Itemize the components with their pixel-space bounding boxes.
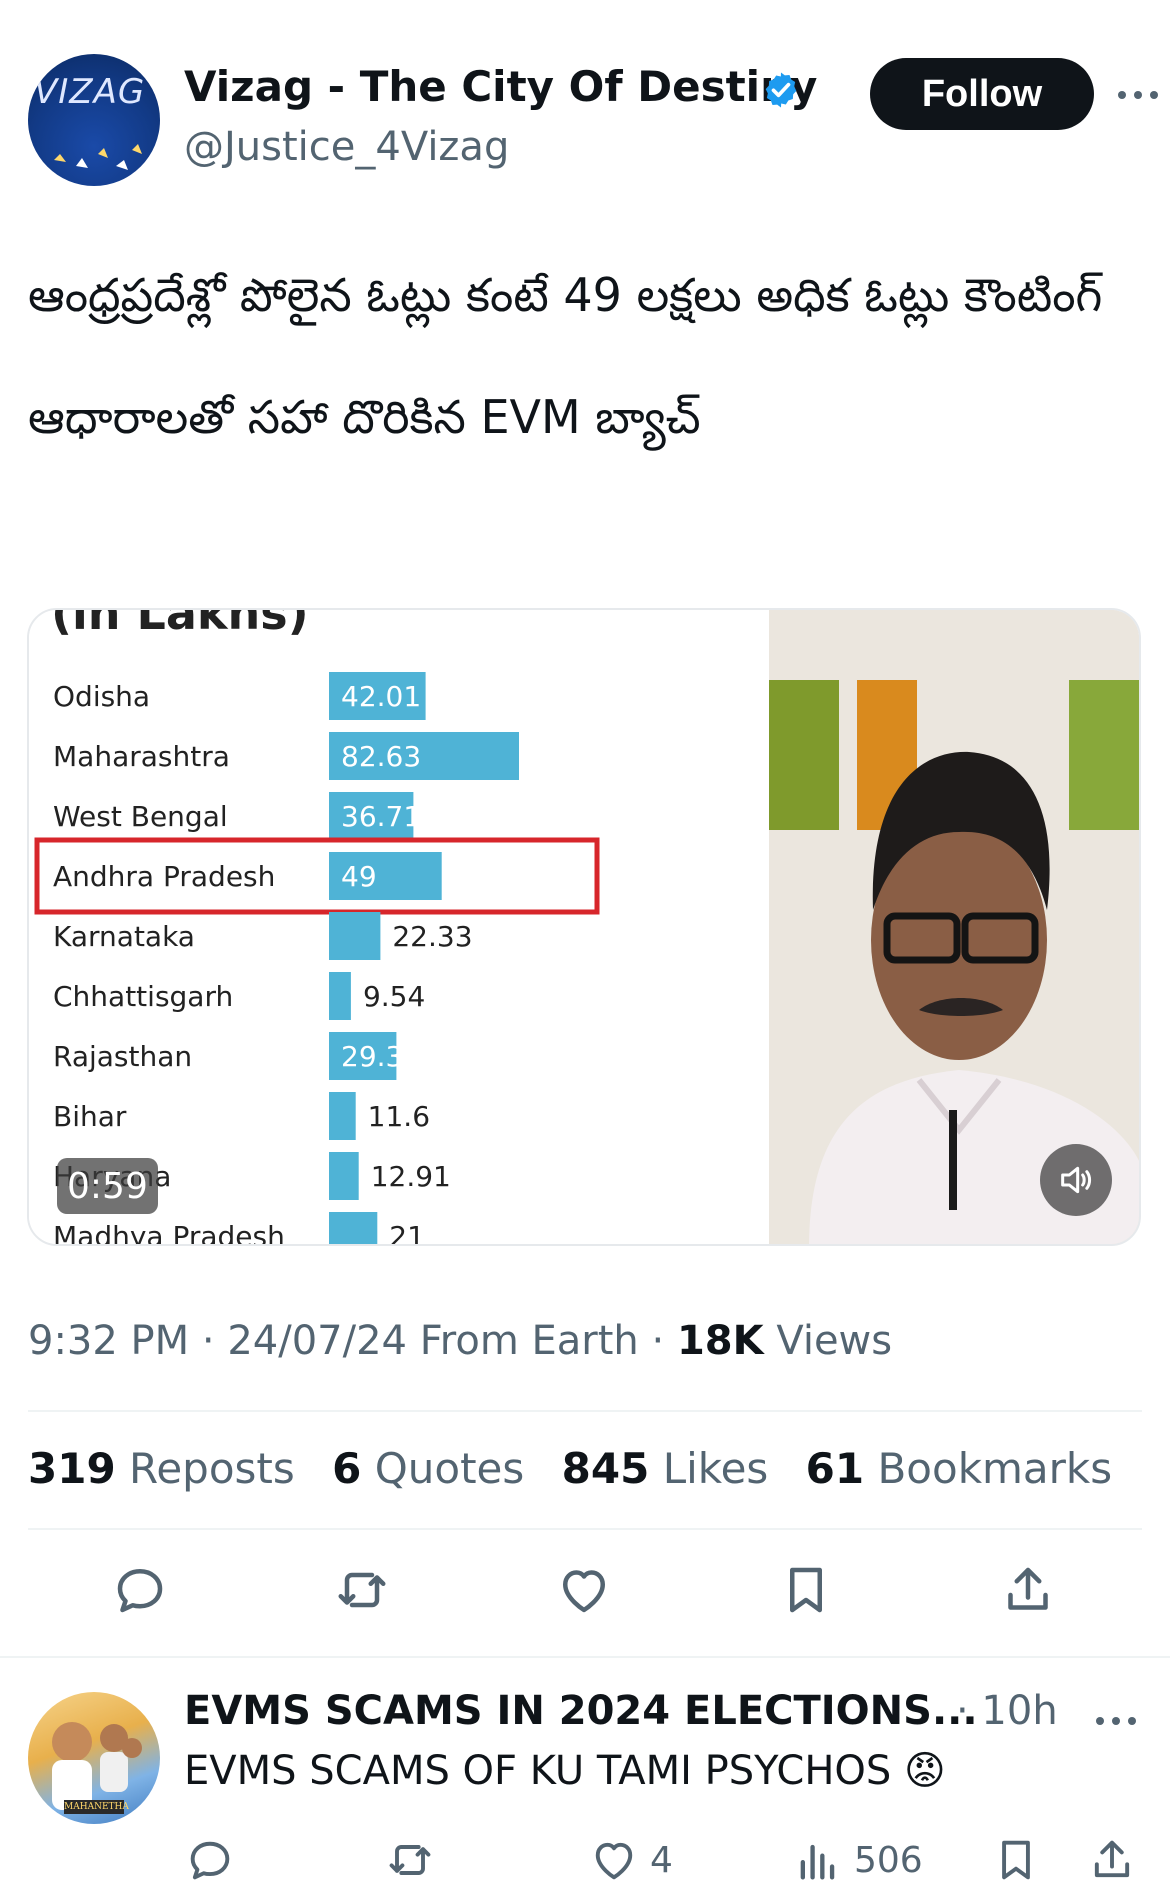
repost-icon [389,1845,431,1875]
chart-category-label: Maharashtra [53,740,230,773]
reply-views-button[interactable]: 506 [792,1832,923,1888]
chart-category-label: Madhya Pradesh [53,1220,285,1246]
views-icon [800,1844,835,1880]
reposts-label: Reposts [129,1444,295,1493]
tweet-time[interactable]: 9:32 PM [28,1318,189,1364]
follow-button[interactable]: Follow [870,58,1094,130]
like-icon[interactable] [554,1560,614,1620]
action-bar [0,1560,1170,1620]
chart-value-label: 21 [389,1220,425,1246]
chart-bar [329,1152,359,1200]
chart-category-label: Karnataka [53,920,195,953]
likes-stat[interactable]: 845 Likes [562,1444,769,1493]
avatar-sparks-icon [54,144,142,170]
reply-more-icon[interactable] [1092,1706,1140,1736]
likes-label: Likes [662,1444,769,1493]
engagement-stats: 319 Reposts 6 Quotes 845 Likes 61 Bookma… [28,1444,1136,1493]
more-options-icon[interactable] [1114,80,1162,110]
reposts-stat[interactable]: 319 Reposts [28,1444,295,1493]
chart-bar [329,1092,356,1140]
reply-likes-count: 4 [650,1839,673,1881]
reply-avatar-caption: MAHANETHA [64,1800,129,1814]
tweet-text: ఆంధ్రప్రదేశ్లో పోలైన ఓట్లు కంటే 49 లక్షల… [28,262,1138,450]
views-label: Views [776,1318,893,1364]
chart-value-label: 29.3 [341,1040,403,1073]
share-icon [1094,1840,1130,1878]
chart-bar [329,912,381,960]
bar-chart: Odisha 42.01 Maharashtra 82.63 West Bengal 36… [34,672,600,1246]
chart-value-label: 9.54 [363,980,425,1013]
chart-category-label: West Bengal [53,800,228,833]
reply-repost-button[interactable] [384,1832,436,1888]
reply-like-button[interactable]: 4 [588,1832,673,1888]
reply-icon [190,1841,230,1880]
quotes-count: 6 [332,1444,362,1493]
author-avatar[interactable]: VIZAG [28,54,160,186]
likes-count: 845 [561,1444,650,1493]
tweet-date[interactable]: 24/07/24 [227,1318,407,1364]
reply-text: EVMS SCAMS OF KU TAMI PSYCHOS 😡 [184,1748,946,1794]
divider [28,1410,1142,1412]
like-icon [595,1842,633,1880]
bookmark-icon[interactable] [776,1560,836,1620]
chart-category-label: Bihar [53,1100,127,1133]
author-handle[interactable]: @Justice_4Vizag [184,124,509,170]
reply-bookmark-button[interactable] [990,1832,1042,1888]
chart-value-label: 22.33 [392,920,472,953]
reply-action-bar: 4 506 [0,1832,1170,1888]
avatar-logo-text: VIZAG [34,72,146,112]
reply-reply-button[interactable] [184,1832,236,1888]
chart-value-label: 11.6 [368,1100,430,1133]
chart-value-label: 49 [341,860,377,893]
chart-bar [329,972,351,1020]
reply-icon[interactable] [110,1560,170,1620]
meta-separator: · [201,1318,228,1364]
chart-bar [329,1212,378,1244]
views-count: 18K [676,1318,764,1364]
quotes-label: Quotes [374,1444,525,1493]
meta-separator: · [651,1318,677,1364]
chart-category-label: Odisha [53,680,150,713]
tweet-source: From Earth [419,1318,639,1364]
chart-category-label: Chhattisgarh [53,980,233,1013]
bookmarks-count: 61 [805,1444,865,1493]
bookmarks-label: Bookmarks [877,1444,1113,1493]
tweet-text-line-1: ఆంధ్రప్రదేశ్లో పోలైన ఓట్లు కంటే 49 లక్షల… [28,268,1103,322]
chart-value-label: 12.91 [371,1160,451,1193]
chart-value-label: 36.71 [341,800,421,833]
quotes-stat[interactable]: 6 Quotes [332,1444,524,1493]
reposts-count: 319 [28,1444,116,1493]
share-icon[interactable] [998,1560,1058,1620]
reply-tweet[interactable]: MAHANETHA EVMS SCAMS IN 2024 ELECTIONS..… [0,1658,1170,1888]
chart-value-label: 82.63 [341,740,421,773]
divider [28,1528,1142,1530]
tweet-meta: 9:32 PM · 24/07/24 From Earth · 18K View… [28,1318,892,1364]
bookmarks-stat[interactable]: 61 Bookmarks [806,1444,1112,1493]
reply-author-name[interactable]: EVMS SCAMS IN 2024 ELECTIONS... [184,1688,978,1734]
chart-category-label: Andhra Pradesh [53,860,275,893]
mute-button[interactable] [1040,1144,1112,1216]
tweet-header: VIZAG Vizag - The City Of Destiny @Justi… [28,52,1158,192]
bookmark-icon [1002,1840,1030,1880]
verified-badge-icon [765,72,797,108]
author-display-name[interactable]: Vizag - The City Of Destiny [184,62,817,111]
reply-views-count: 506 [854,1839,923,1881]
reply-share-button[interactable] [1086,1832,1138,1888]
volume-icon [1061,1166,1092,1194]
chart-category-label: Rajasthan [53,1040,192,1073]
reply-time[interactable]: · 10h [956,1688,1058,1734]
reply-avatar[interactable]: MAHANETHA [28,1692,160,1824]
chart-value-label: 42.01 [341,680,421,713]
chart-panel: (in Lakhs) Odisha 42.01 Maharashtra 82.63 We… [29,610,769,1246]
video-duration-badge: 0:59 [57,1158,158,1214]
repost-icon[interactable] [332,1560,392,1620]
tweet-text-line-2: ఆధారాలతో సహా దొరికిన EVM బ్యాచ్ [28,390,701,444]
tweet-video[interactable]: (in Lakhs) Odisha 42.01 Maharashtra 82.63 We… [27,608,1141,1246]
